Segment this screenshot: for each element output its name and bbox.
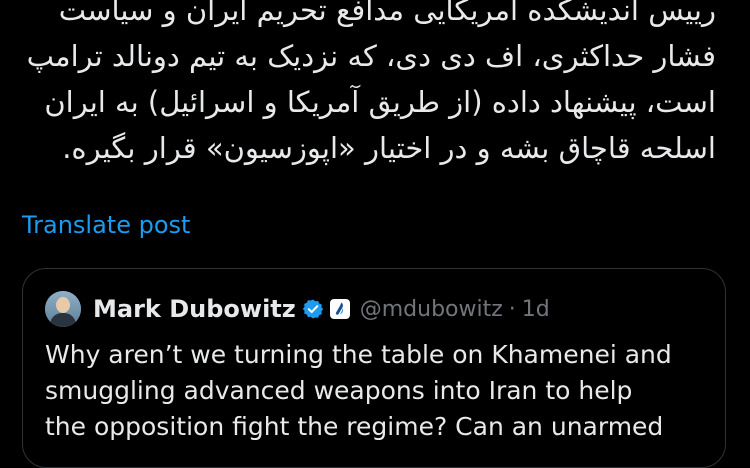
- quoted-tweet-time[interactable]: 1d: [522, 297, 550, 322]
- quoted-tweet-card[interactable]: Mark Dubowitz @mdubowitz · 1d Why aren’t…: [22, 268, 726, 468]
- affiliate-badge-icon: [329, 299, 350, 319]
- quoted-tweet-text: Why aren’t we turning the table on Khame…: [45, 337, 715, 445]
- verified-badge-icon: [302, 299, 323, 319]
- quoted-text-line: the opposition fight the regime? Can an …: [45, 412, 664, 441]
- quoted-text-line: Why aren’t we turning the table on Khame…: [45, 340, 672, 369]
- post-text-line: رییس اندیشکده آمریکایی مدافع تحریم ایران…: [58, 0, 716, 27]
- quoted-text-line: smuggling advanced weapons into Iran to …: [45, 376, 633, 405]
- post-text-line: فشار حداکثری، اف دی دی، که نزدیک به تیم …: [26, 39, 716, 73]
- post-text: رییس اندیشکده آمریکایی مدافع تحریم ایران…: [22, 0, 716, 171]
- quoted-author-handle[interactable]: @mdubowitz: [360, 297, 503, 322]
- post-text-line: است، پیشنهاد داده (از طریق آمریکا و اسرا…: [44, 85, 716, 119]
- translate-post-link[interactable]: Translate post: [22, 209, 190, 241]
- separator-dot: ·: [508, 296, 516, 322]
- tweet-post: رییس اندیشکده آمریکایی مدافع تحریم ایران…: [0, 0, 750, 468]
- avatar[interactable]: [45, 291, 81, 327]
- quoted-tweet-header: Mark Dubowitz @mdubowitz · 1d: [45, 289, 550, 329]
- quoted-author-name[interactable]: Mark Dubowitz: [93, 295, 296, 323]
- post-text-line: اسلحه قاچاق بشه و در اختیار «اپوزسیون» ق…: [62, 131, 716, 165]
